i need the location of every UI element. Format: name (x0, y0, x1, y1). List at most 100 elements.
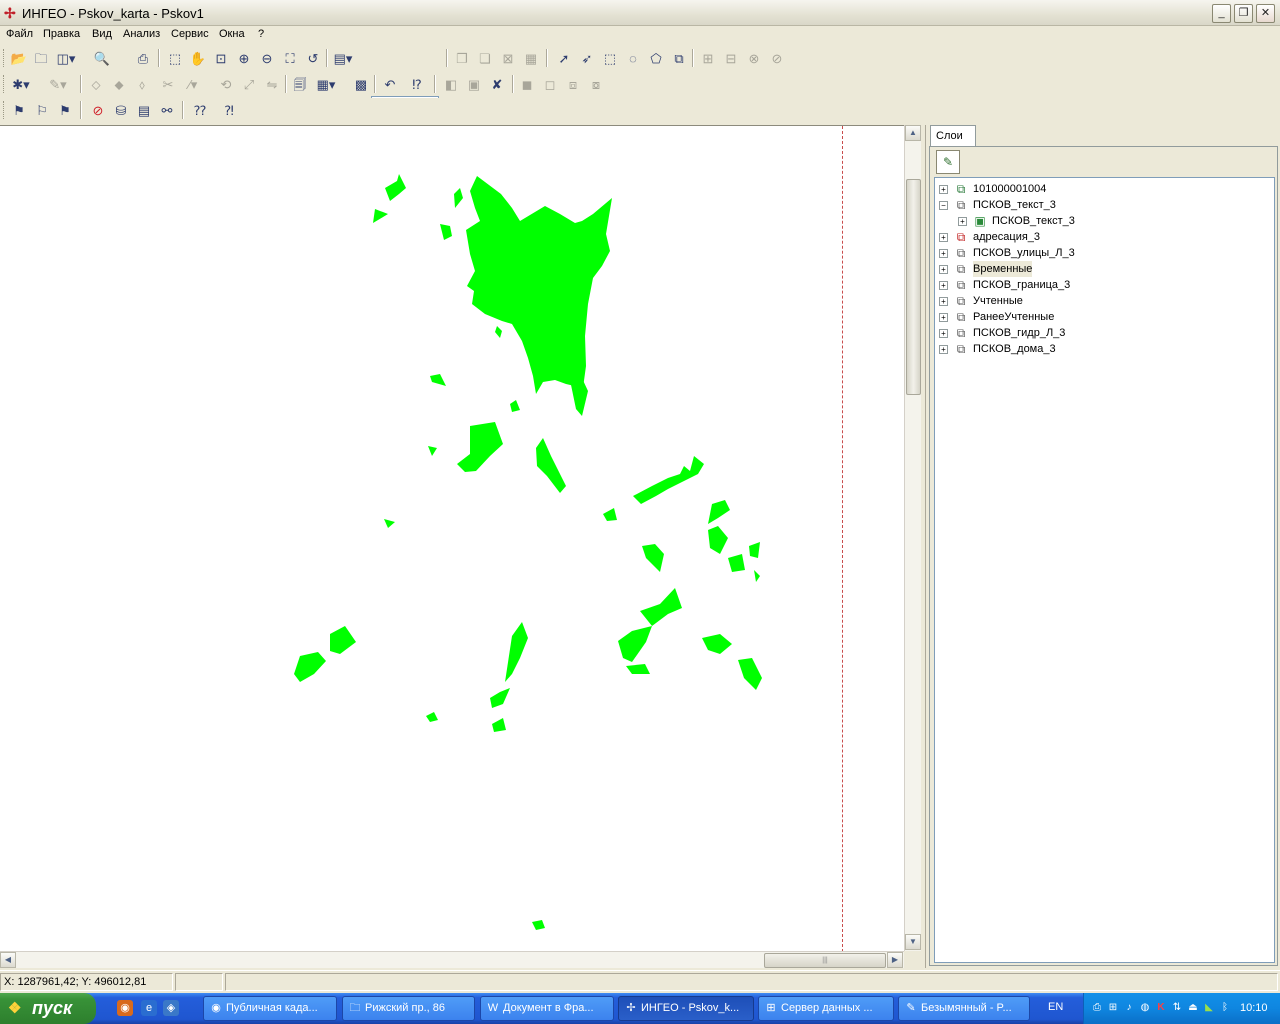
frame-object-icon[interactable]: ▣ (464, 75, 484, 94)
layer-item[interactable]: + ⧉ ПСКОВ_дома_3 (935, 341, 1265, 357)
restore-button[interactable]: ❐ (1234, 4, 1253, 23)
expand-icon[interactable]: + (939, 345, 948, 354)
zoom-previous-icon[interactable]: ↺ (303, 49, 323, 68)
menu-analysis[interactable]: Анализ (123, 28, 160, 40)
map-vertical-scrollbar[interactable]: ▲ ▼ (904, 125, 921, 951)
zoom-frame-icon[interactable]: ⊡ (211, 49, 231, 68)
update-icon[interactable]: ⇅ (1170, 1001, 1184, 1015)
send-back-icon[interactable]: ◻ (540, 75, 560, 94)
overlay-icon[interactable]: ⧈ (563, 75, 583, 94)
layer-item[interactable]: + ⧉ РанееУчтенные (935, 309, 1265, 325)
copy-style-icon[interactable]: ◧ (441, 75, 461, 94)
graph-icon[interactable]: ⚯ (157, 101, 177, 120)
taskbar-button[interactable]: 🗀 Рижский пр., 86 (342, 996, 475, 1021)
tab-layers[interactable]: Слои (930, 125, 976, 147)
paste-object-icon[interactable]: ❏ (475, 49, 495, 68)
select-circle-icon[interactable]: ◌ (623, 49, 643, 68)
layer-item[interactable]: + ⧉ ПСКОВ_улицы_Л_3 (935, 245, 1265, 261)
query-result-icon[interactable]: ⁈ (219, 101, 239, 120)
select-rect-icon[interactable]: ⬚ (600, 49, 620, 68)
close-button[interactable]: ✕ (1256, 4, 1275, 23)
group-icon[interactable]: ⊞ (698, 49, 718, 68)
safely-remove-icon[interactable]: ⏏ (1186, 1001, 1200, 1015)
mirror-icon[interactable]: ⇋ (262, 75, 282, 94)
taskbar-button[interactable]: ⊞ Сервер данных ... (758, 996, 894, 1021)
start-button[interactable]: ❖ пуск (0, 993, 96, 1024)
firefox-icon[interactable]: ◉ (117, 1000, 133, 1016)
map-horizontal-scrollbar[interactable]: ◀ ||| ▶ (0, 951, 904, 968)
clock[interactable]: 10:10 (1240, 1002, 1268, 1014)
layer-item[interactable]: + ⧉ Учтенные (935, 293, 1265, 309)
select-by-layer-icon[interactable]: ⧉ (669, 49, 689, 68)
layer-item[interactable]: + ⧉ адресация_3 (935, 229, 1265, 245)
menu-edit[interactable]: Правка (43, 28, 80, 40)
bluetooth-icon[interactable]: ᛒ (1218, 1001, 1232, 1015)
select-polygon-icon[interactable]: ⬠ (646, 49, 666, 68)
remove-vertex-icon[interactable]: ⬨ (132, 75, 152, 94)
vertical-scroll-thumb[interactable] (906, 179, 921, 395)
expand-icon[interactable]: + (939, 313, 948, 322)
collapse-icon[interactable]: − (939, 201, 948, 210)
expand-icon[interactable]: + (958, 217, 967, 226)
taskbar-button[interactable]: ◉ Публичная када... (203, 996, 337, 1021)
taskbar-button[interactable]: ✎ Безымянный - P... (898, 996, 1030, 1021)
print-icon[interactable]: ⎙ (133, 49, 153, 68)
delete-object-icon[interactable]: ⊠ (498, 49, 518, 68)
intersect-icon[interactable]: ⧇ (586, 75, 606, 94)
scale-object-icon[interactable]: ⤢ (239, 75, 259, 94)
draw-line-dropdown-icon[interactable]: ∕▾ (183, 75, 203, 94)
security-icon[interactable]: ◍ (1138, 1001, 1152, 1015)
expand-icon[interactable]: + (939, 249, 948, 258)
layer-item[interactable]: + ⧉ ПСКОВ_граница_3 (935, 277, 1265, 293)
layers-dropdown-icon[interactable]: ◫▾ (56, 49, 76, 68)
split-icon[interactable]: ⊘ (767, 49, 787, 68)
table-object-icon[interactable]: ▦ (521, 49, 541, 68)
map-canvas[interactable] (0, 125, 904, 951)
new-object-dropdown-icon[interactable]: ✱▾ (11, 75, 31, 94)
copy-object-icon[interactable]: ❐ (452, 49, 472, 68)
delete-selected-icon[interactable]: ✘ (487, 75, 507, 94)
menu-file[interactable]: Файл (6, 28, 33, 40)
layer-item[interactable]: + ⧉ ПСКОВ_гидр_Л_3 (935, 325, 1265, 341)
horizontal-scroll-thumb[interactable]: ||| (764, 953, 886, 968)
expand-icon[interactable]: + (939, 297, 948, 306)
scale-dropdown-icon[interactable]: ▤▾ (333, 49, 353, 68)
layer-item[interactable]: + ▣ ПСКОВ_текст_3 (935, 213, 1265, 229)
network-icon[interactable]: ⊞ (1106, 1001, 1120, 1015)
language-indicator[interactable]: EN (1048, 1001, 1063, 1013)
menu-service[interactable]: Сервис (171, 28, 209, 40)
title-bar[interactable]: ✢ ИНГЕО - Pskov_karta - Pskov1 _ ❐ ✕ (0, 0, 1280, 26)
undo-icon[interactable]: ↶ (380, 75, 400, 94)
query-icon[interactable]: ⁇ (190, 101, 210, 120)
expand-icon[interactable]: + (939, 329, 948, 338)
merge-icon[interactable]: ⊗ (744, 49, 764, 68)
database-icon[interactable]: ⛁ (111, 101, 131, 120)
semantics-icon[interactable]: ▩ (351, 75, 371, 94)
expand-icon[interactable]: + (939, 185, 948, 194)
bring-front-icon[interactable]: ◼ (517, 75, 537, 94)
expand-icon[interactable]: + (939, 281, 948, 290)
edit-object-dropdown-icon[interactable]: ✎▾ (48, 75, 68, 94)
select-frame-icon[interactable]: ⬚ (165, 49, 185, 68)
layer-item[interactable]: + ⧉ 101000001004 (935, 181, 1265, 197)
volume-icon[interactable]: ♪ (1122, 1001, 1136, 1015)
zoom-all-icon[interactable]: ⛶ (280, 49, 300, 68)
antivirus-icon[interactable]: K (1154, 1001, 1168, 1015)
route-end-icon[interactable]: ⚐ (32, 101, 52, 120)
table-dropdown-icon[interactable]: ▦▾ (316, 75, 336, 94)
scroll-left-button[interactable]: ◀ (0, 952, 16, 968)
scroll-right-button[interactable]: ▶ (887, 952, 903, 968)
layer-item[interactable]: − ⧉ ПСКОВ_текст_3 (935, 197, 1265, 213)
cut-line-icon[interactable]: ✂ (158, 75, 178, 94)
menu-help[interactable]: ? (258, 28, 264, 40)
layer-settings-icon[interactable]: ✎ (936, 150, 960, 174)
expand-icon[interactable]: + (939, 233, 948, 242)
show-desktop-icon[interactable]: ◈ (163, 1000, 179, 1016)
properties-icon[interactable]: 🗐 (290, 75, 310, 94)
select-arrow-icon[interactable]: ➚ (554, 49, 574, 68)
zoom-in-icon[interactable]: ⊕ (234, 49, 254, 68)
menu-windows[interactable]: Окна (219, 28, 245, 40)
add-vertex-icon[interactable]: ⬥ (109, 75, 129, 94)
taskbar-button[interactable]: W Документ в Фра... (480, 996, 614, 1021)
layer-item[interactable]: + ⧉ Временные (935, 261, 1265, 277)
